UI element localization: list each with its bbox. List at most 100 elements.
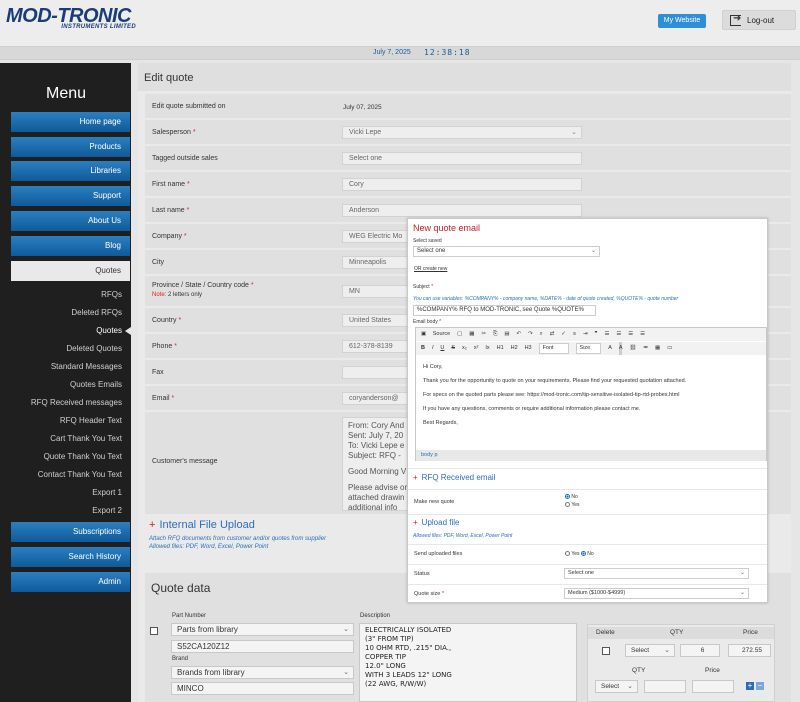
row-select-checkbox[interactable] (150, 627, 158, 635)
sub-standard-messages[interactable]: Standard Messages (0, 362, 122, 371)
paste-icon[interactable]: ▤ (504, 328, 509, 341)
table-icon[interactable]: ▦ (655, 342, 660, 355)
sub-export-2[interactable]: Export 2 (0, 506, 122, 515)
select-saved-select[interactable]: Select one ⌄ (413, 246, 600, 257)
subscript-button[interactable]: x₂ (462, 342, 467, 355)
qty-select[interactable]: Select ⌄ (625, 644, 675, 657)
nav-subscriptions[interactable]: Subscriptions (11, 522, 130, 542)
text-color-button[interactable]: A (608, 342, 612, 355)
nav-home-page[interactable]: Home page (11, 112, 130, 132)
logout-button[interactable]: ➜ Log-out (722, 10, 796, 30)
h1-button[interactable]: H1 (497, 342, 504, 355)
sub-export-1[interactable]: Export 1 (0, 488, 122, 497)
align-right-icon[interactable]: ☰ (628, 328, 633, 341)
font-select[interactable]: Font (538, 343, 569, 354)
align-center-icon[interactable]: ☰ (616, 328, 621, 341)
cut-icon[interactable]: ✂ (481, 328, 486, 341)
spellcheck-icon[interactable]: ✓ (561, 328, 566, 341)
qty-input[interactable]: 6 (680, 644, 720, 657)
nav-search-history[interactable]: Search History (11, 547, 130, 567)
align-left-icon[interactable]: ☰ (604, 328, 609, 341)
nav-blog[interactable]: Blog (11, 236, 130, 256)
salesperson-select[interactable]: Vicki Lepe ⌄ (342, 126, 582, 139)
send-uploaded-yes-radio[interactable] (565, 551, 570, 557)
sub-quote-thank-you[interactable]: Quote Thank You Text (0, 452, 122, 461)
strike-button[interactable]: S (451, 342, 455, 355)
quote-size-select[interactable]: Medium ($1000-$4999) ⌄ (564, 588, 749, 599)
description-textarea[interactable]: ELECTRICALLY ISOLATED (3" FROM TIP) 10 O… (359, 623, 577, 702)
sub-deleted-rfqs[interactable]: Deleted RFQs (0, 308, 122, 317)
email-body-content[interactable]: Hi Cory, Thank you for the opportunity t… (416, 356, 766, 450)
brand-input[interactable]: MINCO (171, 682, 354, 695)
indent-icon[interactable]: ⇥ (583, 328, 588, 341)
sub-rfqs[interactable]: RFQs (0, 290, 122, 299)
undo-icon[interactable]: ↶ (517, 328, 522, 341)
bg-color-button[interactable]: A (618, 342, 623, 355)
bold-button[interactable]: B (421, 342, 425, 355)
send-uploaded-no-radio[interactable] (580, 551, 586, 557)
subject-input[interactable]: %COMPANY% RFQ to MOD-TRONIC, see Quote %… (413, 305, 596, 316)
nav-about-us[interactable]: About Us (11, 211, 130, 231)
logo[interactable]: MOD-TRONIC INSTRUMENTS LIMITED (6, 6, 136, 30)
parts-library-select[interactable]: Parts from library ⌄ (171, 623, 354, 636)
rfq-received-section[interactable]: + RFQ Received email (408, 468, 767, 487)
underline-button[interactable]: U (440, 342, 444, 355)
link-icon[interactable]: ⛓ (629, 342, 636, 355)
part-number-input[interactable]: S52CA120Z12 (171, 640, 354, 653)
find-icon[interactable]: ⌕ (540, 328, 543, 341)
blockquote-icon[interactable]: ❞ (595, 328, 598, 341)
nav-libraries[interactable]: Libraries (11, 161, 130, 181)
h2-button[interactable]: H2 (511, 342, 518, 355)
upload-file-section[interactable]: + Upload file Allowed files: PDF, Word, E… (408, 514, 767, 543)
send-uploaded-row: Send uploaded files Yes No (408, 544, 767, 563)
submitted-on-value: July 07, 2025 (343, 104, 382, 111)
current-date: July 7, 2025 (373, 49, 411, 56)
nav-products[interactable]: Products (11, 137, 130, 157)
sub-quotes-emails[interactable]: Quotes Emails (0, 380, 122, 389)
hr-icon[interactable]: ▭ (667, 342, 672, 355)
my-website-button[interactable]: My Website (658, 14, 706, 28)
replace-icon[interactable]: ⇄ (550, 328, 555, 341)
redo-icon[interactable]: ↷ (528, 328, 533, 341)
tagged-outside-sales-select[interactable]: Select one (342, 152, 582, 165)
delete-checkbox[interactable] (602, 647, 610, 655)
first-name-input[interactable]: Cory (342, 178, 582, 191)
status-select[interactable]: Select one ⌄ (564, 568, 749, 579)
add-row-icon[interactable]: + (746, 682, 754, 690)
remove-format-button[interactable]: Ix (485, 342, 489, 355)
brands-library-select[interactable]: Brands from library ⌄ (171, 666, 354, 679)
sub-rfq-header-text[interactable]: RFQ Header Text (0, 416, 122, 425)
last-name-input[interactable]: Anderson (342, 204, 582, 217)
col-delete: Delete (596, 629, 615, 636)
make-new-quote-yes-radio[interactable] (565, 502, 570, 508)
qty-select-2[interactable]: Select ⌄ (595, 680, 638, 693)
sub-quotes[interactable]: Quotes (0, 326, 122, 335)
list-icon[interactable]: ≡ (573, 328, 576, 341)
qty-input-2[interactable] (644, 680, 686, 693)
make-new-quote-no-radio[interactable] (565, 494, 570, 500)
editor-toolbar-1: ▣ Source ▢ ▦ ✂ ⎘ ▤ ↶ ↷ ⌕ ⇄ ✓ ≡ ⇥ ❞ ☰ ☰ ☰… (416, 328, 766, 341)
sub-rfq-received-messages[interactable]: RFQ Received messages (0, 398, 122, 407)
nav-quotes[interactable]: Quotes (11, 261, 130, 281)
new-page-icon[interactable]: ▢ (457, 328, 462, 341)
copy-icon[interactable]: ⎘ (493, 328, 497, 341)
sub-cart-thank-you[interactable]: Cart Thank You Text (0, 434, 122, 443)
logout-label: Log-out (747, 16, 775, 25)
justify-icon[interactable]: ☰ (640, 328, 645, 341)
nav-admin[interactable]: Admin (11, 572, 130, 592)
sub-contact-thank-you[interactable]: Contact Thank You Text (0, 470, 122, 479)
nav-support[interactable]: Support (11, 186, 130, 206)
upload-file-title: Upload file (421, 518, 460, 527)
sub-deleted-quotes[interactable]: Deleted Quotes (0, 344, 122, 353)
size-select[interactable]: Size (575, 343, 602, 354)
superscript-button[interactable]: x² (474, 342, 479, 355)
remove-row-icon[interactable]: − (756, 682, 764, 690)
price-input[interactable]: 272.55 (728, 644, 771, 657)
unlink-icon[interactable]: ⚮ (643, 342, 648, 355)
templates-icon[interactable]: ▦ (469, 328, 474, 341)
create-new-link[interactable]: OR create new (414, 266, 447, 272)
italic-button[interactable]: I (432, 342, 434, 355)
source-button[interactable]: ▣ Source (421, 328, 450, 341)
price-input-2[interactable] (692, 680, 734, 693)
h3-button[interactable]: H3 (525, 342, 532, 355)
